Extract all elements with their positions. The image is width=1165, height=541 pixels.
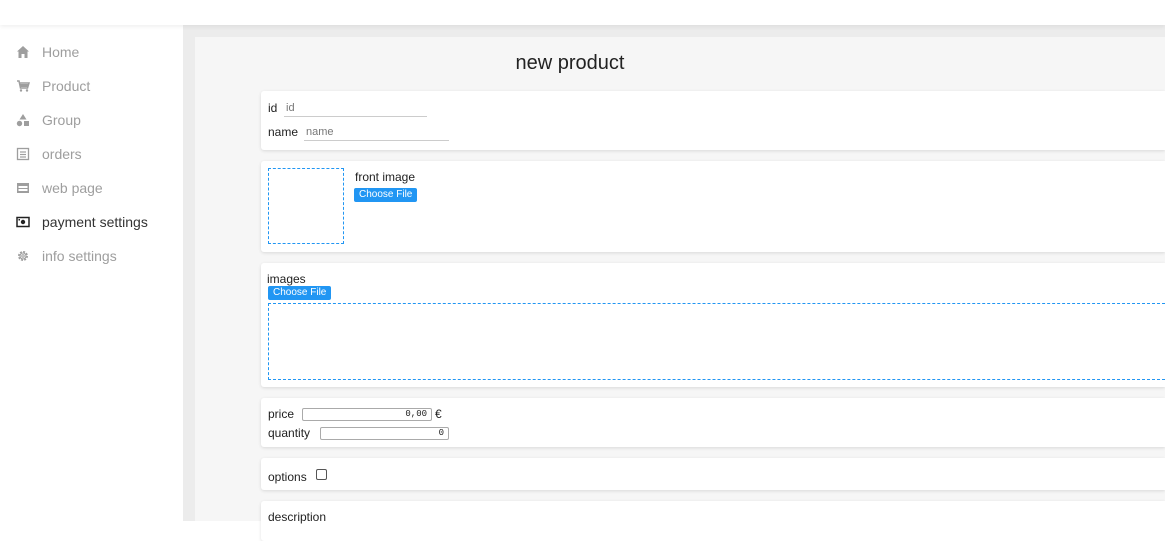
options-card: options xyxy=(261,458,1165,490)
front-image-choose-file-button[interactable]: Choose File xyxy=(354,188,418,202)
options-checkbox[interactable] xyxy=(316,469,327,480)
sidebar: Home Product Group orders web page payme… xyxy=(0,25,183,521)
sidebar-item-label: web page xyxy=(42,180,103,196)
currency-symbol: € xyxy=(435,407,442,421)
front-image-label: front image xyxy=(355,170,416,184)
options-label: options xyxy=(268,470,307,484)
description-card: description xyxy=(261,501,1165,541)
images-dropzone[interactable] xyxy=(268,303,1165,380)
window-icon xyxy=(16,181,30,195)
shapes-icon xyxy=(16,113,30,127)
id-label: id xyxy=(268,101,278,115)
front-image-dropzone[interactable] xyxy=(268,168,344,244)
sidebar-item-label: orders xyxy=(42,146,82,162)
page-title: new product xyxy=(515,52,625,74)
sidebar-item-web-page[interactable]: web page xyxy=(0,171,183,205)
sidebar-item-label: payment settings xyxy=(42,214,148,230)
gear-icon xyxy=(16,249,30,263)
price-label: price xyxy=(268,407,295,421)
quantity-label: quantity xyxy=(268,426,311,440)
sidebar-item-info-settings[interactable]: info settings xyxy=(0,239,183,273)
images-label: images xyxy=(267,272,306,286)
basic-info-card: id name xyxy=(261,91,1165,150)
sidebar-item-group[interactable]: Group xyxy=(0,103,183,137)
list-icon xyxy=(16,147,30,161)
sidebar-item-label: Group xyxy=(42,112,81,128)
front-image-card: front image Choose File xyxy=(261,161,1165,252)
price-input[interactable]: 0,00 xyxy=(302,408,432,421)
pricing-card: price 0,00 € quantity 0 xyxy=(261,398,1165,447)
id-input[interactable] xyxy=(284,100,427,117)
description-label: description xyxy=(268,510,327,524)
quantity-input[interactable]: 0 xyxy=(320,427,449,440)
name-input[interactable] xyxy=(304,124,449,141)
cart-icon xyxy=(16,79,30,93)
sidebar-item-orders[interactable]: orders xyxy=(0,137,183,171)
sidebar-item-payment-settings[interactable]: payment settings xyxy=(0,205,183,239)
cash-icon xyxy=(16,215,30,229)
images-choose-file-button[interactable]: Choose File xyxy=(268,286,332,300)
sidebar-item-label: Product xyxy=(42,78,91,94)
name-label: name xyxy=(268,125,299,139)
images-card: images Choose File xyxy=(261,263,1165,387)
top-bar xyxy=(0,0,1165,25)
sidebar-item-label: info settings xyxy=(42,248,117,264)
